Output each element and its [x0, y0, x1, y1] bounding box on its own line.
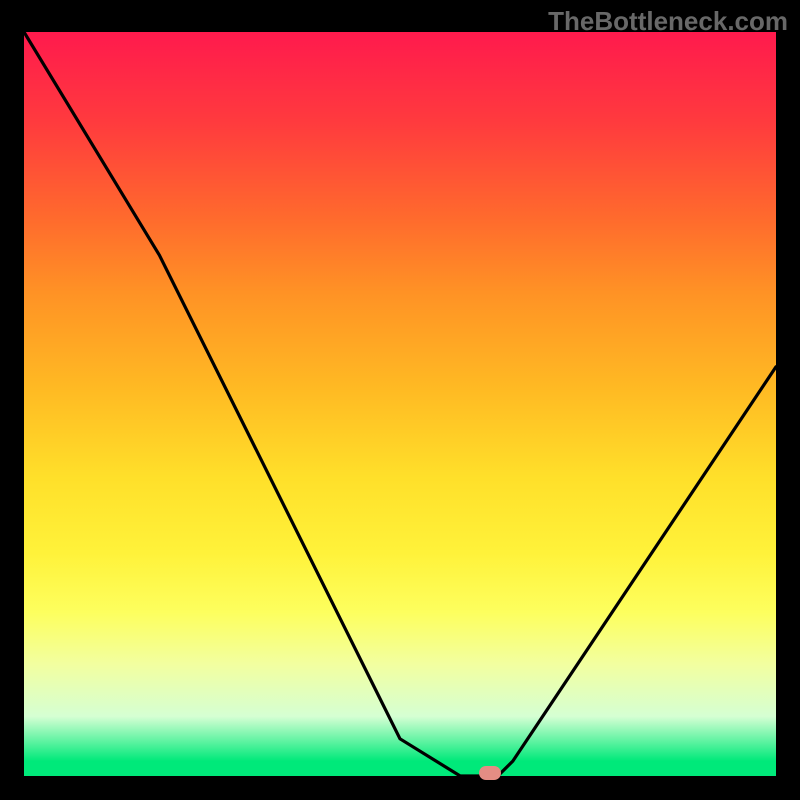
bottleneck-curve [24, 32, 776, 776]
optimum-marker [479, 766, 501, 780]
plot-svg [24, 32, 776, 776]
chart-frame: TheBottleneck.com [0, 0, 800, 800]
watermark-text: TheBottleneck.com [548, 6, 788, 37]
